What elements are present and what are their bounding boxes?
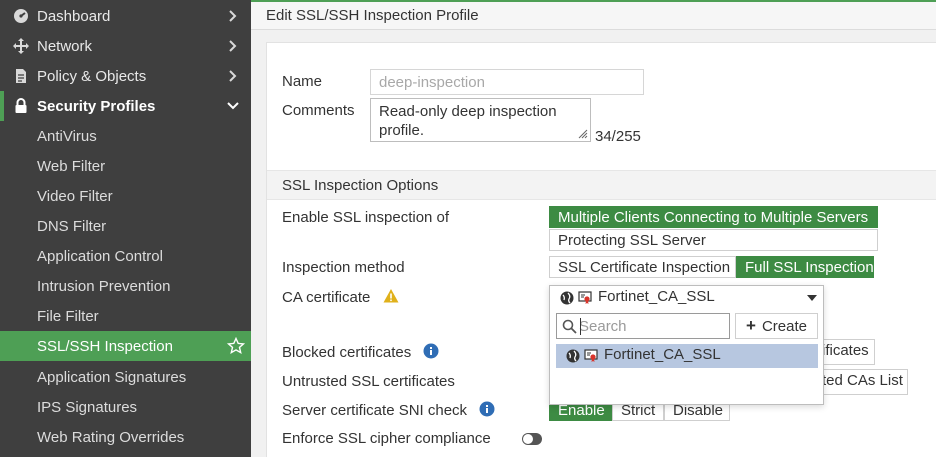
ca-certificate-label-row: CA certificate [282,288,399,306]
sidebar-item-web-rating-overrides[interactable]: Web Rating Overrides [0,422,251,452]
accent-bar [251,0,936,2]
sidebar-item-ssl-ssh-inspection[interactable]: SSL/SSH Inspection [0,331,251,361]
sidebar-item-label: AntiVirus [37,127,97,145]
option-multiple-clients[interactable]: Multiple Clients Connecting to Multiple … [549,206,878,228]
sidebar-item-label: Web Filter [37,157,106,175]
sidebar: Dashboard Network Policy & Objects Secur… [0,0,251,457]
name-field: deep-inspection [370,69,644,95]
option-full-ssl-inspection[interactable]: Full SSL Inspection [736,256,874,278]
chevron-right-icon [229,70,237,82]
dashboard-icon [13,8,29,24]
certificate-icon [584,349,598,362]
dropdown-option-label: Fortinet_CA_SSL [604,346,721,363]
page-header: Edit SSL/SSH Inspection Profile [251,0,936,30]
caret-down-icon[interactable] [807,294,817,302]
sidebar-item-label: Network [37,37,93,55]
search-input[interactable] [579,316,727,336]
sidebar-item-antivirus[interactable]: AntiVirus [0,121,251,151]
sidebar-item-security-profiles[interactable]: Security Profiles [0,91,251,121]
ca-certificate-label: CA certificate [282,289,371,306]
dropdown-search[interactable] [556,313,730,339]
sidebar-item-file-filter[interactable]: File Filter [0,301,251,331]
sidebar-item-label: Intrusion Prevention [37,277,171,295]
sni-check-label: Server certificate SNI check [282,402,468,419]
comments-field[interactable]: Read-only deep inspection profile. [370,98,591,142]
sidebar-item-label: Policy & Objects [37,67,147,85]
sidebar-item-intrusion-prevention[interactable]: Intrusion Prevention [0,271,251,301]
warning-icon [383,289,399,303]
search-icon [562,319,577,334]
sidebar-item-video-filter[interactable]: Video Filter [0,181,251,211]
chevron-right-icon [229,40,237,52]
chevron-down-icon [227,102,239,110]
sidebar-item-policy-objects[interactable]: Policy & Objects [0,61,251,91]
cipher-compliance-toggle[interactable] [522,433,542,445]
info-icon[interactable] [479,401,495,417]
untrusted-certificates-option[interactable]: ted CAs List [813,369,908,395]
ca-certificate-select[interactable]: Fortinet_CA_SSL [550,286,823,310]
sidebar-item-dns-filter[interactable]: DNS Filter [0,211,251,241]
page-title: Edit SSL/SSH Inspection Profile [266,7,479,24]
inspection-method-label: Inspection method [282,259,405,276]
create-label: Create [761,317,807,335]
text-cursor [580,318,581,335]
untrusted-certificates-label: Untrusted SSL certificates [282,373,455,390]
edit-panel: Name deep-inspection Comments Read-only … [266,42,936,457]
section-header: SSL Inspection Options [267,170,936,200]
dropdown-option-fortinet-ca-ssl[interactable]: Fortinet_CA_SSL [556,344,818,368]
sidebar-item-label: Security Profiles [37,97,156,115]
lock-icon [13,98,29,114]
sidebar-item-label: SSL/SSH Inspection [37,337,173,355]
sni-check-row: Server certificate SNI check [282,401,495,419]
sidebar-item-label: File Filter [37,307,99,325]
name-label: Name [282,73,323,90]
ca-certificate-value: Fortinet_CA_SSL [598,288,715,305]
option-certificate-inspection[interactable]: SSL Certificate Inspection [549,256,736,278]
info-icon[interactable] [423,343,439,359]
sidebar-item-label: DNS Filter [37,217,107,235]
sidebar-item-application-signatures[interactable]: Application Signatures [0,362,251,392]
network-icon [13,38,29,54]
globe-icon [560,291,574,305]
sidebar-item-ips-signatures[interactable]: IPS Signatures [0,392,251,422]
sidebar-item-network[interactable]: Network [0,31,251,61]
cipher-compliance-label: Enforce SSL cipher compliance [282,430,491,447]
blocked-certificates-label: Blocked certificates [282,344,412,361]
enable-ssl-label: Enable SSL inspection of [282,209,450,226]
comments-text: Read-only deep inspection profile. [379,103,557,139]
resize-handle-icon[interactable] [578,129,588,139]
option-protecting-ssl-server[interactable]: Protecting SSL Server [549,229,878,251]
sidebar-item-label: Web Rating Overrides [37,428,185,446]
sidebar-item-label: Application Signatures [37,368,187,386]
main-content: Edit SSL/SSH Inspection Profile Name dee… [251,0,936,457]
sidebar-item-label: Video Filter [37,187,113,205]
create-button[interactable]: + Create [735,313,818,339]
comments-counter: 34/255 [595,128,641,145]
policy-icon [13,68,29,84]
sidebar-item-web-filter[interactable]: Web Filter [0,151,251,181]
plus-icon: + [746,316,756,335]
comments-label: Comments [282,102,355,119]
blocked-certificates-row: Blocked certificates [282,343,439,361]
chevron-right-icon [229,10,237,22]
sidebar-item-label: Dashboard [37,7,111,25]
globe-icon [566,349,580,363]
sidebar-item-application-control[interactable]: Application Control [0,241,251,271]
sidebar-item-dashboard[interactable]: Dashboard [0,1,251,31]
sidebar-item-label: IPS Signatures [37,398,138,416]
section-title: SSL Inspection Options [282,177,439,194]
ca-certificate-dropdown[interactable]: Fortinet_CA_SSL + Create Fortinet_CA_SSL [549,285,824,405]
sidebar-item-label: Application Control [37,247,163,265]
certificate-icon [578,291,592,304]
star-icon[interactable] [227,337,245,355]
